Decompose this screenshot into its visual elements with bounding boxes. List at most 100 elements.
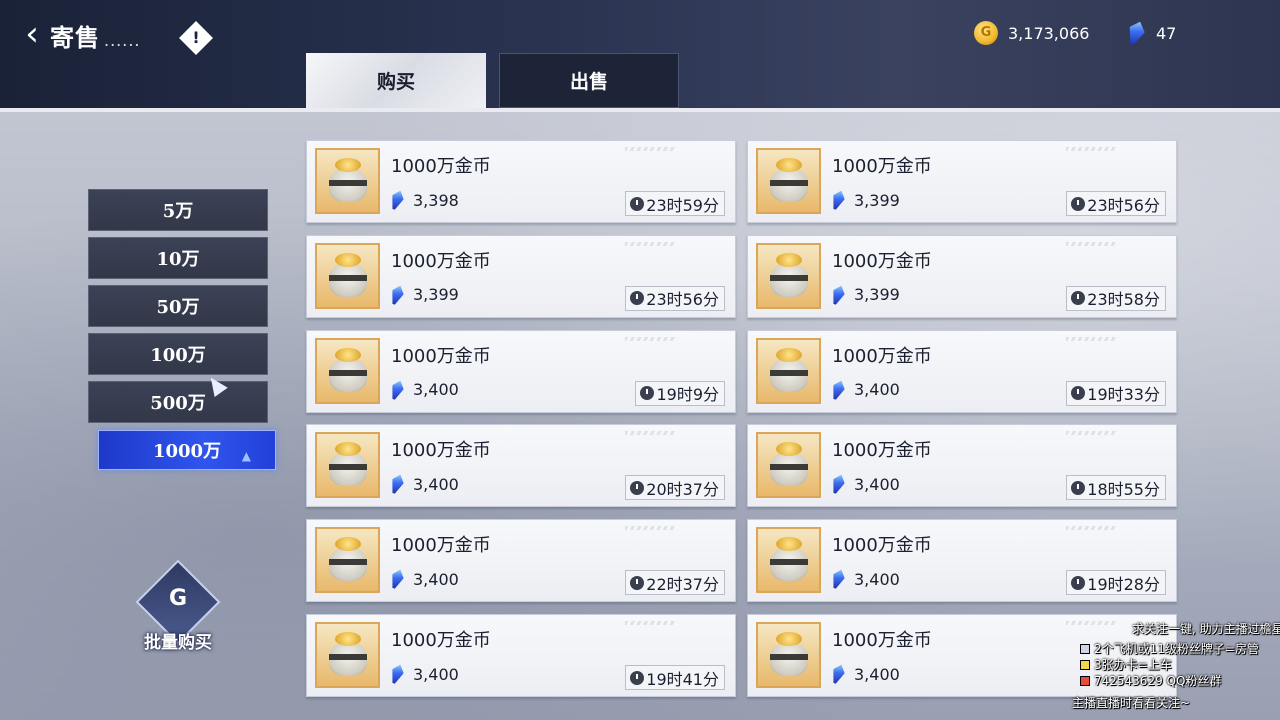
overlay-line-2: 2个飞机或11级粉丝牌子=房管 <box>1080 640 1259 657</box>
time-remaining-text: 23时56分 <box>646 290 719 310</box>
item-name: 1000万金币 <box>391 535 491 557</box>
item-name: 1000万金币 <box>832 250 932 272</box>
item-price-value: 3,398 <box>413 190 459 210</box>
item-name: 1000万金币 <box>391 630 491 651</box>
category-1m[interactable]: 100万 <box>88 333 268 375</box>
time-remaining-text: 19时28分 <box>1087 574 1160 594</box>
item-thumbnail <box>315 432 380 499</box>
clock-icon <box>630 196 645 211</box>
item-price-value: 3,400 <box>413 664 459 684</box>
time-remaining-text: 19时41分 <box>646 669 719 689</box>
page-title: 寄售...... <box>50 18 141 53</box>
time-remaining-text: 23时59分 <box>646 195 719 215</box>
page-title-text: 寄售 <box>50 23 100 52</box>
time-remaining: 19时41分 <box>625 665 725 690</box>
gold-currency: G 3,173,066 <box>974 20 1089 46</box>
listing-card[interactable]: 1000万金币 3,400 20时37分 <box>306 424 736 508</box>
gold-coin-icon: G <box>974 21 998 45</box>
bulk-buy-button[interactable]: G 批量购买 <box>132 559 224 658</box>
time-remaining-text: 18时55分 <box>1087 479 1160 499</box>
clock-icon <box>1071 291 1086 306</box>
qq-icon <box>1080 676 1090 686</box>
coin-bag-icon: G <box>168 586 188 611</box>
listing-card[interactable]: 1000万金币 3,399 23时56分 <box>306 234 736 318</box>
time-remaining: 23时59分 <box>625 191 725 216</box>
time-remaining: 20时37分 <box>625 475 725 501</box>
item-name: 1000万金币 <box>391 156 491 177</box>
item-thumbnail <box>756 148 821 214</box>
blue-gem-icon <box>829 473 847 496</box>
category-100k[interactable]: 10万 <box>88 237 268 279</box>
listing-card[interactable]: 1000万金币 3,400 19时9分 <box>306 329 736 413</box>
tab-sell[interactable]: 出售 <box>499 53 679 108</box>
item-price-value: 3,400 <box>413 569 459 589</box>
item-name: 1000万金币 <box>832 156 932 177</box>
time-remaining: 23时56分 <box>625 285 725 311</box>
listing-card[interactable]: 1000万金币 3,400 18时55分 <box>747 424 1177 508</box>
overlay-line-3-text: 3张办卡=上车 <box>1094 658 1172 672</box>
overlay-line-3: 3张办卡=上车 <box>1080 656 1172 673</box>
item-thumbnail <box>315 337 380 404</box>
time-remaining-text: 23时56分 <box>1087 195 1160 215</box>
clock-icon <box>630 480 645 495</box>
item-price: 3,400 <box>391 380 459 400</box>
item-name: 1000万金币 <box>391 440 491 462</box>
item-thumbnail <box>315 622 380 688</box>
overlay-line-5: 主播直播时看看关注~ <box>1072 696 1191 710</box>
bulk-buy-label: 批量购买 <box>144 633 212 653</box>
time-remaining: 23时56分 <box>1066 191 1166 216</box>
blue-gem-icon <box>388 189 406 212</box>
clock-icon <box>640 386 655 401</box>
tab-buy[interactable]: 购买 <box>306 53 486 108</box>
item-thumbnail <box>315 148 380 214</box>
info-icon[interactable]: ! <box>179 21 213 55</box>
gem-currency: 47 <box>1128 20 1176 46</box>
listing-card[interactable]: 1000万金币 3,398 23时59分 <box>306 140 736 223</box>
category-500k[interactable]: 50万 <box>88 285 268 327</box>
time-remaining-text: 19时9分 <box>656 385 719 405</box>
item-name: 1000万金币 <box>832 440 932 462</box>
item-price: 3,400 <box>832 569 900 589</box>
listing-card[interactable]: 1000万金币 3,400 19时28分 <box>747 519 1177 603</box>
time-remaining-text: 19时33分 <box>1087 385 1160 405</box>
blue-gem-icon <box>1124 19 1147 47</box>
blue-gem-icon <box>829 283 847 306</box>
blue-gem-icon <box>829 568 847 591</box>
item-price-value: 3,400 <box>413 474 459 494</box>
time-remaining-text: 22时37分 <box>646 574 719 594</box>
coin-bag-icon <box>325 252 370 299</box>
coin-bag-icon <box>325 158 370 204</box>
item-price-value: 3,400 <box>854 664 900 684</box>
clock-icon <box>1071 480 1086 495</box>
coin-bag-icon <box>325 347 370 394</box>
blue-gem-icon <box>829 378 847 401</box>
coin-bag-icon <box>766 632 811 678</box>
listing-card[interactable]: 1000万金币 3,400 19时41分 <box>306 614 736 697</box>
item-price: 3,400 <box>391 569 459 589</box>
listing-card[interactable]: 1000万金币 3,400 19时33分 <box>747 329 1177 413</box>
time-remaining: 19时33分 <box>1066 380 1166 406</box>
time-remaining: 18时55分 <box>1066 475 1166 501</box>
category-10m[interactable]: 1000万 <box>98 430 276 470</box>
item-price-value: 3,400 <box>854 474 900 494</box>
coin-bag-icon <box>766 442 811 488</box>
category-5m[interactable]: 500万 <box>88 381 268 423</box>
category-50k[interactable]: 5万 <box>88 189 268 231</box>
overlay-line-1: 求关注一键, 助力主播过檐星! <box>1132 622 1280 636</box>
time-remaining: 19时28分 <box>1066 570 1166 596</box>
listing-card[interactable]: 1000万金币 3,399 23时58分 <box>747 234 1177 318</box>
item-thumbnail <box>756 622 821 688</box>
clock-icon <box>1071 196 1086 211</box>
item-price: 3,400 <box>391 664 459 684</box>
time-remaining-text: 20时37分 <box>646 479 719 499</box>
overlay-line-4-text: 742543629 QQ粉丝群 <box>1094 674 1222 688</box>
listing-card[interactable]: 1000万金币 3,399 23时56分 <box>747 140 1177 223</box>
back-arrow-icon[interactable]: ‹ <box>12 14 52 54</box>
item-thumbnail <box>756 242 821 309</box>
listing-card[interactable]: 1000万金币 3,400 22时37分 <box>306 519 736 603</box>
coin-bag-icon <box>766 252 811 299</box>
clock-icon <box>1071 386 1086 401</box>
coin-bag-icon <box>325 537 370 583</box>
coin-bag-icon <box>766 347 811 394</box>
time-remaining-text: 23时58分 <box>1087 290 1160 310</box>
